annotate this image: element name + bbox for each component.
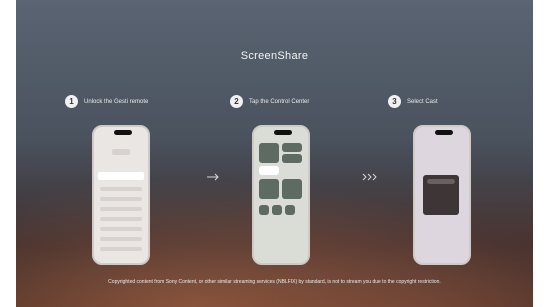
right-border bbox=[533, 0, 549, 307]
phone-step-1 bbox=[92, 125, 150, 265]
phone-row bbox=[100, 217, 142, 221]
step-1-number: 1 bbox=[65, 95, 78, 108]
copyright-caption: Copyrighted content from Sony Content, o… bbox=[108, 279, 441, 285]
step-3-text: Select Cast bbox=[407, 98, 438, 105]
phone-row bbox=[100, 187, 142, 191]
control-tile bbox=[272, 205, 282, 215]
step-3-number: 3 bbox=[388, 95, 401, 108]
phone-notch bbox=[114, 130, 132, 135]
phone-notch bbox=[435, 130, 453, 135]
phone-highlight-row bbox=[98, 172, 144, 180]
phone-step-2 bbox=[252, 125, 310, 265]
phone-row bbox=[100, 207, 142, 211]
control-tile bbox=[282, 143, 302, 152]
phone-row bbox=[112, 149, 130, 155]
control-tile bbox=[285, 205, 295, 215]
page-title: ScreenShare bbox=[240, 50, 309, 62]
step-1-text: Unlock the Gesti remote bbox=[84, 98, 149, 105]
control-tile bbox=[282, 154, 302, 163]
screen-share-guide: ScreenShare 1 Unlock the Gesti remote 2 … bbox=[0, 0, 549, 307]
right-arrow-icon bbox=[206, 173, 220, 184]
control-tile bbox=[259, 179, 279, 199]
left-border bbox=[0, 0, 16, 307]
step-1: 1 Unlock the Gesti remote bbox=[65, 95, 148, 108]
control-tile bbox=[259, 143, 279, 163]
cast-menu-item bbox=[427, 179, 455, 184]
step-3: 3 Select Cast bbox=[388, 95, 438, 108]
phone-row bbox=[100, 197, 142, 201]
cast-icon bbox=[362, 173, 380, 184]
cast-tile bbox=[259, 166, 279, 175]
step-2-number: 2 bbox=[230, 95, 243, 108]
phone-row bbox=[100, 227, 142, 231]
phone-notch bbox=[274, 130, 292, 135]
phone-step-3 bbox=[413, 125, 471, 265]
phone-row bbox=[100, 247, 142, 251]
phone-row bbox=[100, 237, 142, 241]
control-tile bbox=[282, 179, 302, 199]
step-2-text: Tap the Control Center bbox=[249, 98, 310, 105]
control-tile bbox=[259, 205, 269, 215]
step-2: 2 Tap the Control Center bbox=[230, 95, 309, 108]
